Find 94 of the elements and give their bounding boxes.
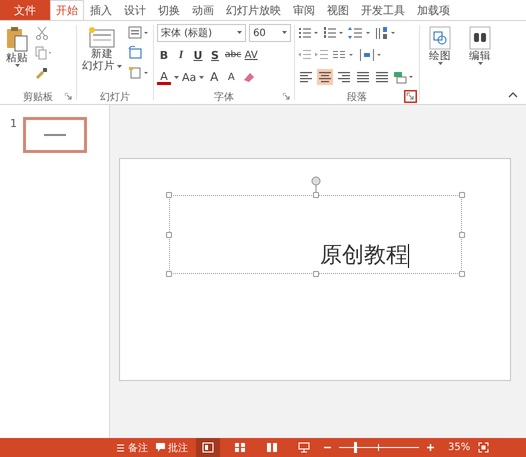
smartart-icon[interactable]	[393, 70, 415, 84]
font-color-button[interactable]: A	[157, 70, 171, 84]
align-button[interactable]	[355, 69, 371, 85]
new-slide-button[interactable]: 新建 幻灯片	[80, 24, 124, 90]
paintbrush-icon[interactable]	[35, 66, 49, 80]
text-cursor	[408, 244, 409, 268]
change-case-button[interactable]: Aa	[182, 69, 196, 85]
shrink-font-button[interactable]: A	[224, 69, 238, 85]
caret-icon	[282, 31, 287, 34]
caret-icon	[117, 64, 122, 68]
slide-thumbnail[interactable]	[23, 117, 87, 153]
resize-handle[interactable]	[313, 271, 319, 277]
view-icon	[234, 442, 246, 453]
paste-button[interactable]: 粘贴	[3, 24, 31, 90]
slide-text: 原创教程	[320, 243, 408, 269]
resize-handle[interactable]	[459, 232, 465, 238]
caret-icon	[14, 64, 20, 67]
numbering-icon[interactable]	[323, 26, 345, 40]
layout-icon[interactable]	[128, 26, 150, 40]
collapse-ribbon-icon[interactable]	[508, 92, 518, 98]
group-label: 幻灯片	[100, 90, 130, 104]
view-icon	[266, 442, 278, 453]
shapes-icon	[429, 26, 451, 50]
group-label: 字体	[214, 90, 234, 104]
view-icon	[202, 442, 214, 453]
grow-font-button[interactable]: A	[207, 69, 222, 85]
font-size-dropdown[interactable]: 60	[249, 24, 291, 42]
format-button[interactable]: U	[191, 47, 205, 63]
reset-icon[interactable]	[128, 46, 142, 60]
align-button[interactable]	[298, 69, 314, 85]
notes-icon	[116, 443, 125, 452]
caret-icon	[478, 62, 482, 65]
align-button[interactable]	[317, 69, 333, 85]
eraser-icon[interactable]	[241, 70, 256, 84]
ribbon-tab[interactable]: 动画	[186, 0, 220, 20]
resize-handle[interactable]	[459, 271, 465, 277]
zoom-slider[interactable]	[339, 442, 419, 453]
fit-to-window-icon[interactable]	[478, 442, 490, 453]
caret-icon	[438, 62, 442, 65]
format-button[interactable]: S	[208, 47, 222, 63]
font-family-dropdown[interactable]: 宋体 (标题)	[157, 24, 246, 42]
resize-handle[interactable]	[313, 192, 319, 198]
decrease-indent-icon[interactable]	[298, 48, 312, 62]
group-label: 剪贴板	[23, 90, 53, 104]
caret-icon[interactable]	[174, 76, 179, 78]
drawing-button[interactable]: 绘图	[427, 24, 453, 104]
binoculars-icon	[469, 26, 491, 50]
section-icon[interactable]	[128, 66, 150, 80]
copy-icon[interactable]	[35, 46, 53, 60]
ribbon-tab[interactable]: 加载项	[411, 0, 456, 20]
ribbon-tab[interactable]: 幻灯片放映	[220, 0, 287, 20]
align-button[interactable]	[374, 69, 390, 85]
zoom-in-icon[interactable]	[427, 444, 434, 451]
dialog-launcher-icon[interactable]	[283, 93, 290, 100]
caret-icon[interactable]	[199, 76, 204, 78]
ribbon-tab[interactable]: 视图	[321, 0, 355, 20]
dialog-launcher-icon[interactable]	[65, 93, 72, 100]
zoom-level[interactable]: 35%	[448, 442, 470, 453]
comment-icon	[156, 443, 165, 452]
clipboard-icon	[5, 26, 29, 52]
group-label: 段落	[347, 90, 367, 104]
increase-indent-icon[interactable]	[315, 48, 329, 62]
caret-icon	[237, 31, 242, 34]
ribbon-tab[interactable]: 审阅	[287, 0, 321, 20]
format-button[interactable]: B	[157, 47, 171, 63]
notes-button[interactable]: 备注	[116, 440, 148, 454]
align-button[interactable]	[336, 69, 352, 85]
view-button[interactable]	[196, 438, 220, 457]
resize-handle[interactable]	[166, 271, 172, 277]
editing-button[interactable]: 编辑	[467, 24, 493, 104]
align-text-icon[interactable]	[359, 48, 383, 62]
text-direction-icon[interactable]	[375, 26, 397, 40]
slide-number: 1	[10, 117, 17, 132]
view-icon	[298, 442, 310, 453]
ribbon-tab[interactable]: 开发工具	[355, 0, 411, 20]
resize-handle[interactable]	[166, 232, 172, 238]
comments-button[interactable]: 批注	[156, 440, 188, 454]
resize-handle[interactable]	[459, 192, 465, 198]
ribbon-tab[interactable]: 设计	[118, 0, 152, 20]
new-slide-icon	[88, 26, 116, 48]
format-button[interactable]: AV	[244, 47, 258, 63]
ribbon-tab[interactable]: 开始	[50, 0, 84, 20]
dialog-launcher-icon[interactable]	[404, 90, 417, 103]
ribbon-tab[interactable]: 插入	[84, 0, 118, 20]
ribbon-tab[interactable]: 文件	[0, 0, 50, 20]
scissors-icon[interactable]	[35, 26, 49, 40]
format-button[interactable]: abc	[225, 47, 242, 63]
zoom-out-icon[interactable]	[324, 444, 331, 451]
bullets-icon[interactable]	[298, 26, 320, 40]
ribbon-tab[interactable]: 切换	[152, 0, 186, 20]
rotate-handle-icon[interactable]	[310, 176, 322, 194]
line-spacing-icon[interactable]	[348, 26, 372, 40]
format-button[interactable]: I	[174, 47, 188, 63]
resize-handle[interactable]	[166, 192, 172, 198]
